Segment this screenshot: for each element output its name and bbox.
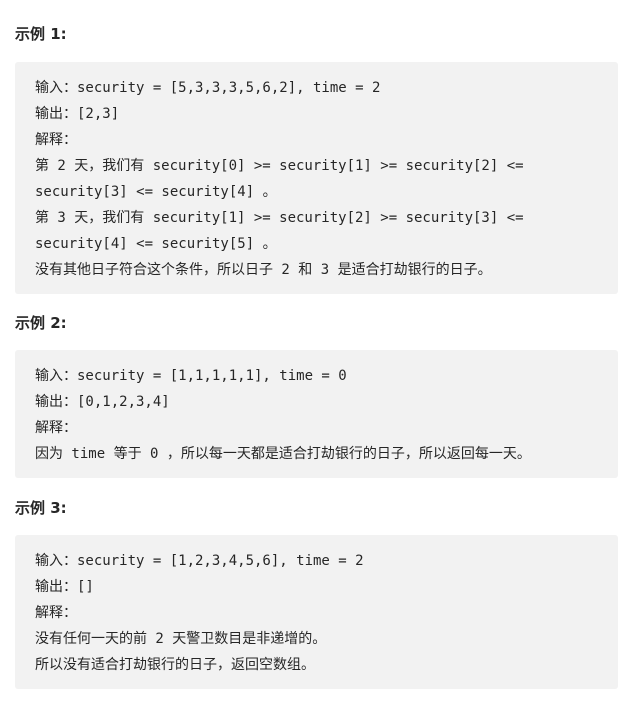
example-1-explanation-label: 解释： [35,132,77,148]
example-2-code-block: 输入：security = [1,1,1,1,1], time = 0 输出：[… [15,350,618,478]
example-3-output-line: 输出：[] [35,579,94,595]
example-2-explanation-label: 解释： [35,420,77,436]
example-2-input-line: 输入：security = [1,1,1,1,1], time = 0 [35,368,347,384]
example-2-output-line: 输出：[0,1,2,3,4] [35,394,170,410]
example-1-explanation-line: 第 2 天，我们有 security[0] >= security[1] >= … [35,158,524,174]
example-3-explanation-line: 没有任何一天的前 2 天警卫数目是非递增的。 [35,631,327,647]
example-3-explanation-line: 所以没有适合打劫银行的日子，返回空数组。 [35,657,315,673]
example-1-input-line: 输入：security = [5,3,3,3,5,6,2], time = 2 [35,80,381,96]
example-1-heading: 示例 1: [15,25,67,43]
example-3-code-block: 输入：security = [1,2,3,4,5,6], time = 2 输出… [15,535,618,689]
example-1-code-block: 输入：security = [5,3,3,3,5,6,2], time = 2 … [15,62,618,294]
example-3-heading: 示例 3: [15,499,67,517]
example-1-explanation-line: security[4] <= security[5] 。 [35,236,277,252]
example-1-output-line: 输出：[2,3] [35,106,120,122]
example-1-explanation-line: security[3] <= security[4] 。 [35,184,277,200]
example-2-explanation-line: 因为 time 等于 0 ，所以每一天都是适合打劫银行的日子，所以返回每一天。 [35,446,531,462]
example-2-heading: 示例 2: [15,314,67,332]
example-1-explanation-line: 没有其他日子符合这个条件，所以日子 2 和 3 是适合打劫银行的日子。 [35,262,492,278]
example-3-input-line: 输入：security = [1,2,3,4,5,6], time = 2 [35,553,364,569]
example-1-explanation-line: 第 3 天，我们有 security[1] >= security[2] >= … [35,210,524,226]
example-3-explanation-label: 解释： [35,605,77,621]
